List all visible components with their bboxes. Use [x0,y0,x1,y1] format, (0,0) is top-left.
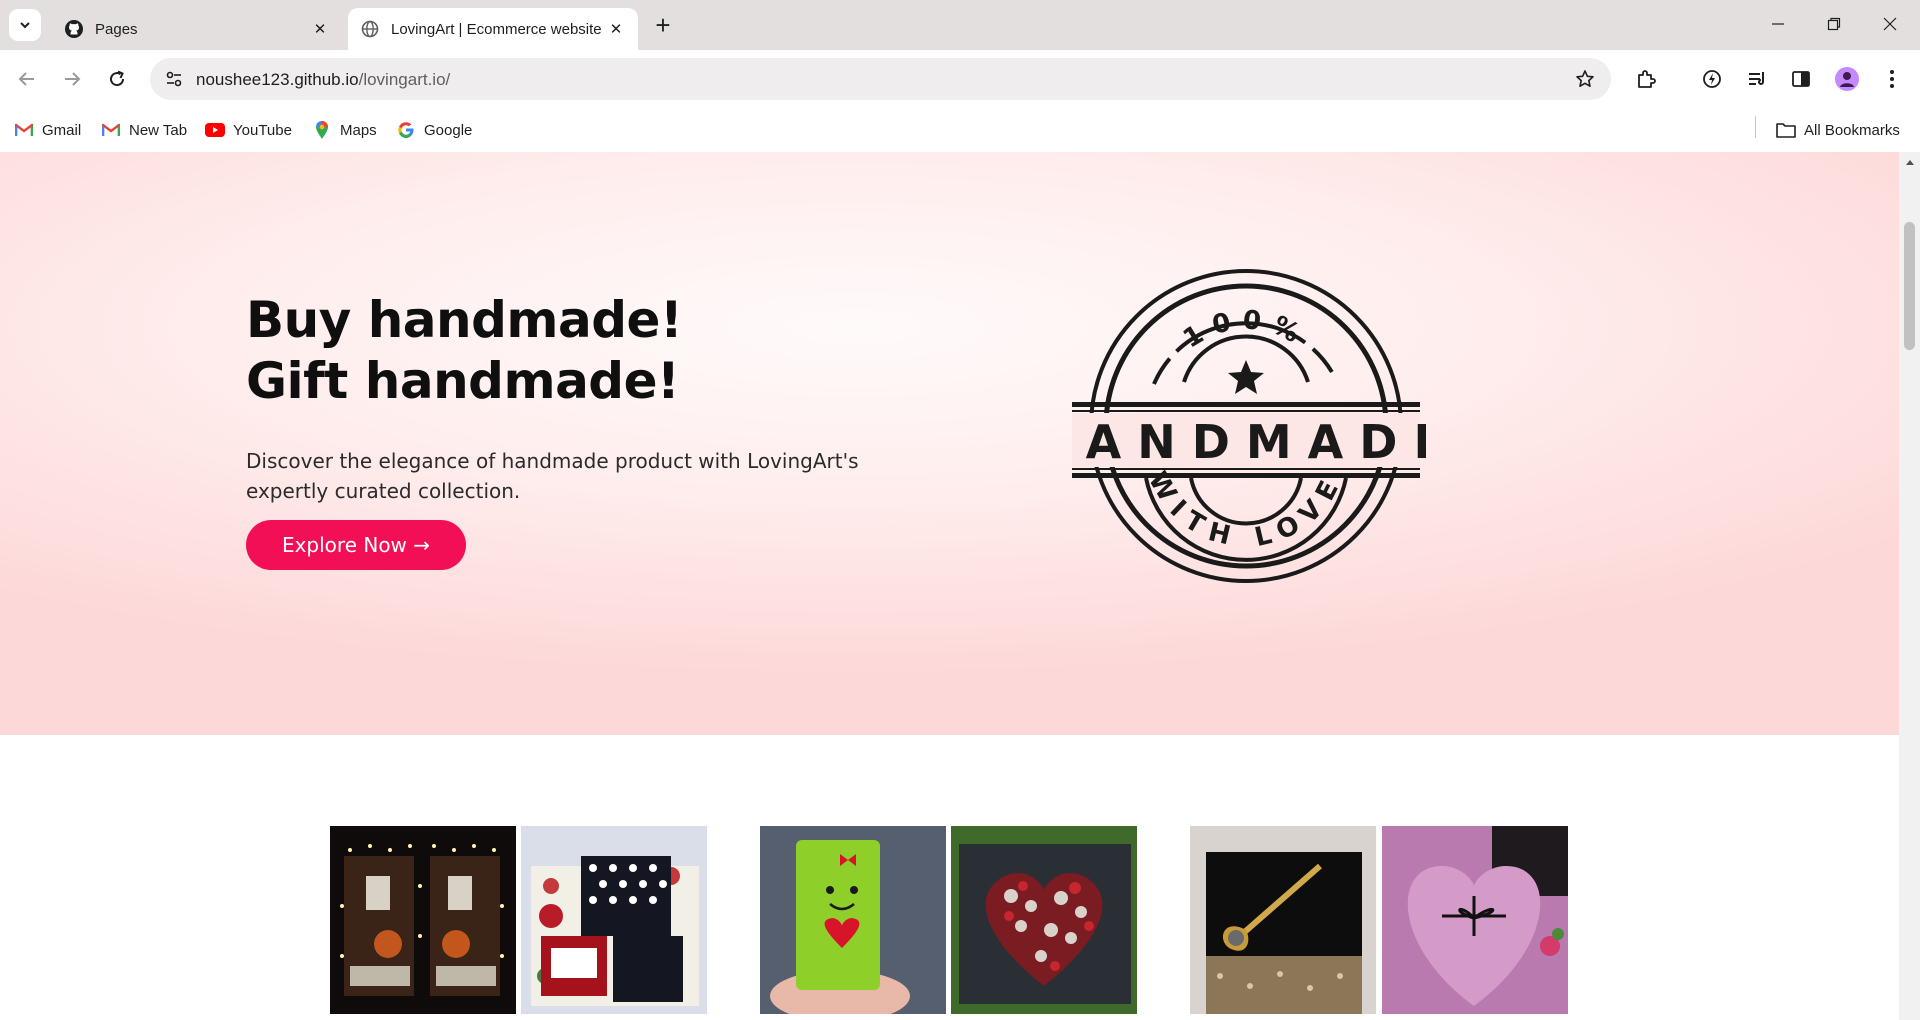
tab-title: LovingArt | Ecommerce website [391,20,602,38]
bookmark-label: YouTube [233,121,292,139]
page-viewport: Buy handmade! Gift handmade! Discover th… [0,152,1899,1020]
photo-thumbnail [1190,826,1376,1014]
bookmark-label: Google [424,121,473,139]
close-icon[interactable]: ✕ [306,15,334,43]
close-icon [1883,17,1897,31]
restore-icon [1827,17,1841,31]
gmail-icon [14,121,34,139]
bookmark-gmail[interactable]: Gmail [14,118,81,142]
bookmark-label: Maps [340,121,377,139]
product-card-light-box[interactable] [330,826,516,1014]
product-card-black-box[interactable] [1190,826,1376,1014]
explore-now-button[interactable]: Explore Now → [246,520,466,570]
menu-icon[interactable] [1875,62,1909,96]
extensions-icon[interactable] [1629,62,1663,96]
youtube-icon [205,121,225,139]
site-info-icon[interactable] [162,67,186,91]
photo-thumbnail [760,826,946,1014]
handmade-stamp-logo: HANDMADE 100% WITH LOVE [1066,269,1426,583]
scroll-up-arrow-icon[interactable] [1899,154,1920,170]
tab-search-button[interactable] [9,9,41,41]
forward-button[interactable] [55,62,89,96]
maps-icon [312,121,332,139]
bookmark-maps[interactable]: Maps [312,118,377,142]
chevron-down-icon [20,22,30,29]
url-path: /lovingart.io/ [358,70,451,89]
stamp-bottom-text: WITH LOVE [1142,467,1340,554]
reload-button[interactable] [100,62,134,96]
side-panel-icon[interactable] [1784,62,1818,96]
page-scrollbar[interactable] [1899,152,1920,1020]
gmail-icon [101,121,121,139]
scrollbar-thumb[interactable] [1904,222,1915,350]
bookmarks-divider [1755,116,1756,138]
photo-thumbnail [521,826,707,1014]
bookmark-label: New Tab [129,121,188,139]
tab-title: Pages [95,20,138,38]
globe-icon [360,19,380,39]
restore-button[interactable] [1806,0,1862,48]
product-card-button-heart[interactable] [951,826,1137,1014]
photo-thumbnail [1382,826,1568,1014]
performance-icon[interactable] [1695,62,1729,96]
arrow-right-icon [65,72,81,86]
profile-avatar-icon[interactable] [1830,62,1864,96]
stamp-middle-text: HANDMADE [1066,415,1426,469]
github-icon [64,19,84,39]
product-grid [330,826,1570,1020]
all-bookmarks-button[interactable]: All Bookmarks [1776,118,1900,142]
product-card-polka-box[interactable] [521,826,707,1014]
media-control-icon[interactable] [1740,62,1774,96]
hero-description: Discover the elegance of handmade produc… [246,449,859,503]
photo-thumbnail [330,826,516,1014]
tab-lovingart[interactable]: LovingArt | Ecommerce website ✕ [348,8,638,50]
hero-section: Buy handmade! Gift handmade! Discover th… [0,152,1899,735]
window-close-button[interactable] [1862,0,1918,48]
minimize-icon [1772,23,1784,25]
all-bookmarks-label: All Bookmarks [1804,121,1900,139]
reload-icon [110,70,125,87]
product-card-chocolate-heart[interactable] [760,826,946,1014]
arrow-left-icon [18,72,34,86]
bookmarks-bar: Gmail New Tab YouTube Maps Google All Bo… [0,110,1920,150]
url-text[interactable]: noushee123.github.io/lovingart.io/ [196,70,450,90]
product-card-pink-heart[interactable] [1382,826,1568,1014]
close-icon[interactable]: ✕ [602,15,630,43]
bookmark-new-tab[interactable]: New Tab [101,118,187,142]
svg-text:100%: 100% [1178,305,1313,354]
new-tab-button[interactable]: + [648,10,678,40]
minimize-button[interactable] [1750,0,1806,48]
back-button[interactable] [10,62,44,96]
url-host: noushee123.github.io [196,70,359,89]
svg-text:WITH LOVE: WITH LOVE [1142,467,1350,554]
folder-icon [1776,121,1796,139]
stamp-top-text: 100% [1178,305,1303,354]
tab-strip: Pages ✕ LovingArt | Ecommerce website ✕ … [0,0,1920,50]
tab-pages[interactable]: Pages ✕ [52,8,342,50]
hero-title: Buy handmade! Gift handmade! [246,290,683,412]
photo-thumbnail [951,826,1137,1014]
bookmark-label: Gmail [42,121,82,139]
hero-title-line-2: Gift handmade! [246,352,680,410]
hero-title-line-1: Buy handmade! [246,291,683,349]
bookmark-youtube[interactable]: YouTube [205,118,292,142]
google-icon [396,121,416,139]
address-bar[interactable]: noushee123.github.io/lovingart.io/ [150,58,1611,100]
bookmark-google[interactable]: Google [396,118,472,142]
bookmark-star-icon[interactable] [1573,67,1597,91]
